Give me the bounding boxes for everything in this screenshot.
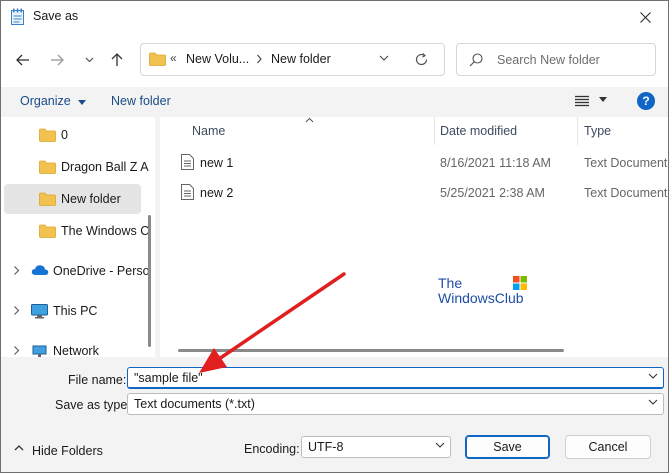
sidebar-item-new-folder[interactable]: New folder — [4, 184, 141, 214]
file-row[interactable]: new 2 5/25/2021 2:38 AM Text Document — [160, 178, 668, 208]
save-button[interactable]: Save — [465, 435, 550, 459]
sidebar-item-label: The Windows C — [61, 224, 150, 238]
column-divider[interactable] — [434, 117, 435, 145]
search-input[interactable]: Search New folder — [497, 53, 600, 67]
file-row[interactable]: new 1 8/16/2021 11:18 AM Text Document — [160, 148, 668, 178]
encoding-value: UTF-8 — [308, 440, 344, 454]
caret-down-icon — [78, 100, 87, 105]
chevron-right-icon[interactable] — [256, 52, 263, 66]
sidebar-item-the-windows-club[interactable]: The Windows C — [4, 216, 149, 246]
refresh-icon[interactable] — [414, 52, 429, 67]
file-name: new 1 — [200, 156, 234, 170]
arrow-left-icon — [16, 54, 29, 66]
save-as-dialog: Save as « New Volu... New folder Search … — [0, 0, 669, 473]
folder-icon — [39, 128, 56, 142]
sidebar-item-label: 0 — [61, 128, 68, 142]
arrow-up-icon — [111, 53, 123, 66]
sidebar-item-network[interactable]: Network — [4, 336, 141, 357]
cloud-icon — [31, 265, 49, 275]
title-bar: Save as — [1, 1, 668, 33]
folder-icon — [39, 224, 56, 238]
network-icon — [32, 345, 47, 357]
text-file-icon — [181, 154, 194, 170]
column-header-name[interactable]: Name — [192, 124, 225, 138]
chevron-up-icon[interactable] — [14, 444, 24, 452]
command-bar: Organize New folder ? — [1, 87, 668, 117]
chevron-right-icon[interactable] — [13, 265, 20, 276]
encoding-label: Encoding: — [244, 442, 300, 456]
organize-label: Organize — [20, 94, 71, 108]
chevron-down-icon[interactable] — [435, 442, 445, 448]
file-type: Text Document — [584, 186, 668, 200]
file-date: 8/16/2021 11:18 AM — [440, 156, 551, 170]
sidebar-item-label: New folder — [61, 192, 121, 206]
save-type-select[interactable]: Text documents (*.txt) — [127, 393, 664, 415]
view-list-icon[interactable] — [575, 95, 589, 107]
encoding-select[interactable]: UTF-8 — [301, 436, 451, 458]
search-box[interactable]: Search New folder — [456, 43, 656, 76]
file-name-field[interactable]: "sample file" — [127, 367, 664, 389]
notepad-icon — [11, 8, 24, 25]
window-title: Save as — [33, 9, 79, 23]
folder-icon — [149, 52, 166, 66]
hide-folders-button[interactable]: Hide Folders — [32, 444, 103, 458]
sidebar-item-this-pc[interactable]: This PC — [4, 296, 141, 326]
sort-ascending-icon — [305, 117, 314, 123]
watermark-line2: WindowsClub — [438, 290, 524, 306]
arrow-right-icon — [51, 54, 64, 66]
organize-menu[interactable]: Organize — [20, 94, 87, 108]
sidebar-item-label: Dragon Ball Z A — [61, 160, 149, 174]
save-form: File name: "sample file" Save as type: T… — [1, 357, 668, 472]
forward-button[interactable] — [46, 49, 68, 71]
chevron-right-icon[interactable] — [13, 345, 20, 356]
column-divider[interactable] — [577, 117, 578, 145]
file-name: new 2 — [200, 186, 234, 200]
column-header-type[interactable]: Type — [584, 124, 611, 138]
chevron-right-icon[interactable] — [13, 305, 20, 316]
navigation-bar: « New Volu... New folder Search New fold… — [1, 33, 668, 87]
help-button[interactable]: ? — [637, 92, 655, 110]
chevron-down-icon[interactable] — [648, 399, 658, 405]
address-bar[interactable]: « New Volu... New folder — [140, 43, 445, 76]
file-type: Text Document — [584, 156, 668, 170]
close-button[interactable] — [622, 1, 668, 33]
watermark: The WindowsClub — [438, 276, 538, 306]
column-header-date[interactable]: Date modified — [440, 124, 517, 138]
chevron-down-icon[interactable] — [379, 55, 389, 61]
sidebar-item-label: This PC — [53, 304, 98, 318]
file-name-label: File name: — [68, 373, 127, 387]
chevron-down-icon — [85, 57, 93, 63]
sidebar-item-onedrive[interactable]: OneDrive - Perso — [4, 256, 150, 286]
windows-logo-icon — [513, 276, 527, 290]
horizontal-scrollbar[interactable] — [178, 349, 564, 352]
scrollbar[interactable] — [148, 215, 151, 347]
back-button[interactable] — [12, 49, 34, 71]
sidebar-item-folder-0[interactable]: 0 — [4, 120, 141, 150]
breadcrumb-segment[interactable]: New folder — [271, 52, 331, 66]
sidebar-item-label: Network — [53, 344, 99, 357]
caret-down-icon[interactable] — [599, 97, 607, 102]
up-button[interactable] — [106, 49, 128, 71]
close-icon — [639, 11, 651, 23]
save-type-value: Text documents (*.txt) — [134, 397, 255, 411]
navigation-pane: 0 Dragon Ball Z A New folder The Windows… — [1, 117, 155, 357]
pc-icon — [31, 304, 48, 319]
recent-locations-button[interactable] — [78, 49, 100, 71]
sidebar-item-dragon-ball[interactable]: Dragon Ball Z A — [4, 152, 149, 182]
save-type-label: Save as type: — [55, 398, 131, 412]
file-date: 5/25/2021 2:38 AM — [440, 186, 545, 200]
text-file-icon — [181, 184, 194, 200]
file-name-value: "sample file" — [134, 371, 203, 385]
address-overflow[interactable]: « — [170, 51, 177, 65]
file-list: Name Date modified Type new 1 8/16/2021 … — [160, 117, 668, 357]
search-icon — [469, 53, 483, 67]
cancel-button[interactable]: Cancel — [565, 435, 651, 459]
breadcrumb-segment[interactable]: New Volu... — [186, 52, 249, 66]
sidebar-item-label: OneDrive - Perso — [53, 264, 150, 278]
new-folder-button[interactable]: New folder — [111, 94, 171, 108]
folder-icon — [39, 160, 56, 174]
folder-icon — [39, 192, 56, 206]
chevron-down-icon[interactable] — [648, 373, 658, 379]
